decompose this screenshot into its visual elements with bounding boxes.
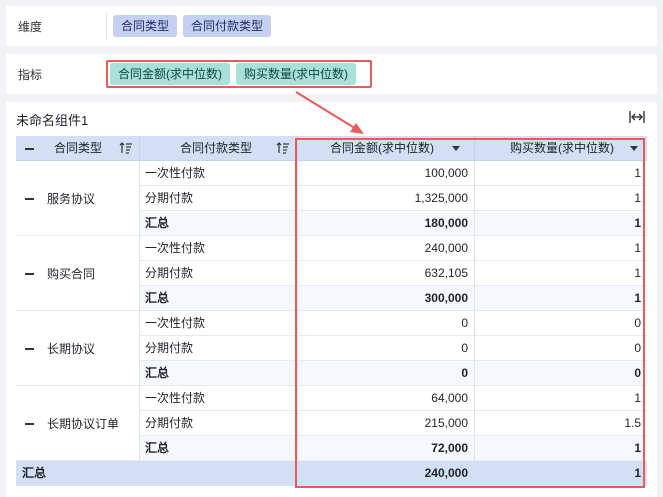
divider bbox=[139, 136, 140, 161]
amount-cell: 632,105 bbox=[424, 266, 468, 280]
table-row: 分期付款 632,105 1 bbox=[139, 261, 647, 286]
quantity-cell: 1 bbox=[634, 166, 641, 180]
table-row: 一次性付款 100,000 1 bbox=[139, 161, 647, 186]
quantity-cell: 1 bbox=[634, 241, 641, 255]
quantity-cell: 1 bbox=[634, 391, 641, 405]
quantity-cell: 1.5 bbox=[624, 416, 641, 430]
grand-total-amount: 240,000 bbox=[424, 466, 468, 480]
amount-cell: 100,000 bbox=[424, 166, 468, 180]
collapse-icon[interactable] bbox=[25, 422, 34, 425]
group-label: 长期协议订单 bbox=[47, 417, 120, 431]
quantity-cell: 0 bbox=[634, 366, 641, 380]
amount-cell: 180,000 bbox=[424, 216, 468, 230]
indicator-chip-amount[interactable]: 合同金额(求中位数) bbox=[110, 63, 230, 85]
dropdown-arrow-icon[interactable] bbox=[452, 146, 460, 151]
indicator-highlight-box: 合同金额(求中位数) 购买数量(求中位数) bbox=[106, 60, 372, 88]
table-header: 合同类型 合同付款类型 合同金额(求中位数) 购买数量(求中位数) bbox=[16, 136, 647, 161]
quantity-cell: 0 bbox=[634, 316, 641, 330]
payment-type-cell: 汇总 bbox=[145, 216, 170, 230]
group-cell: 长期协议 bbox=[16, 311, 139, 386]
divider bbox=[474, 136, 475, 161]
amount-cell: 300,000 bbox=[424, 291, 468, 305]
table-widget: 未命名组件1 合同类型 合同付款类型 合同金额(求中位数) 购买数量(求中位数)… bbox=[6, 102, 657, 497]
subtotal-row: 汇总 300,000 1 bbox=[139, 286, 647, 311]
payment-type-cell: 一次性付款 bbox=[145, 241, 206, 255]
subtotal-row: 汇总 0 0 bbox=[139, 361, 647, 386]
collapse-all-icon[interactable] bbox=[25, 148, 34, 150]
grand-total-row: 汇总 240,000 1 bbox=[16, 461, 647, 486]
dimension-bar: 维度 合同类型 合同付款类型 bbox=[6, 6, 657, 46]
quantity-cell: 1 bbox=[634, 216, 641, 230]
dimension-chip-payment-type[interactable]: 合同付款类型 bbox=[183, 15, 272, 37]
amount-cell: 215,000 bbox=[424, 416, 468, 430]
payment-type-cell: 分期付款 bbox=[145, 341, 194, 355]
subtotal-row: 汇总 72,000 1 bbox=[139, 436, 647, 461]
amount-cell: 0 bbox=[461, 366, 468, 380]
quantity-cell: 0 bbox=[634, 341, 641, 355]
table-row: 一次性付款 0 0 bbox=[139, 311, 647, 336]
payment-type-cell: 分期付款 bbox=[145, 266, 194, 280]
quantity-cell: 1 bbox=[634, 291, 641, 305]
sort-icon[interactable] bbox=[276, 142, 290, 154]
amount-cell: 0 bbox=[461, 341, 468, 355]
amount-cell: 240,000 bbox=[424, 241, 468, 255]
dimension-chip-contract-type[interactable]: 合同类型 bbox=[113, 15, 178, 37]
sort-icon[interactable] bbox=[119, 142, 133, 154]
group-label: 购买合同 bbox=[47, 267, 96, 281]
payment-type-cell: 汇总 bbox=[145, 441, 170, 455]
expand-width-icon[interactable] bbox=[629, 110, 645, 124]
group-cell: 服务协议 bbox=[16, 161, 139, 236]
amount-cell: 1,325,000 bbox=[414, 191, 468, 205]
table-row: 分期付款 215,000 1.5 bbox=[139, 411, 647, 436]
table-row: 分期付款 0 0 bbox=[139, 336, 647, 361]
payment-type-cell: 一次性付款 bbox=[145, 391, 206, 405]
payment-type-cell: 分期付款 bbox=[145, 191, 194, 205]
amount-cell: 0 bbox=[461, 316, 468, 330]
table-body: 服务协议 一次性付款 100,000 1 分期付款 1,325,000 1 汇总 180,000… bbox=[16, 161, 647, 461]
grand-total-quantity: 1 bbox=[634, 466, 641, 480]
dimension-chips: 合同类型 合同付款类型 bbox=[107, 15, 272, 37]
payment-type-cell: 一次性付款 bbox=[145, 166, 206, 180]
group-cell: 购买合同 bbox=[16, 236, 139, 311]
quantity-cell: 1 bbox=[634, 441, 641, 455]
divider bbox=[297, 136, 298, 161]
header-contract-type[interactable]: 合同类型 bbox=[54, 136, 114, 161]
dropdown-arrow-icon[interactable] bbox=[630, 146, 638, 151]
column-divider bbox=[297, 161, 298, 461]
payment-type-cell: 一次性付款 bbox=[145, 316, 206, 330]
dimension-label: 维度 bbox=[18, 19, 43, 34]
table-row: 一次性付款 64,000 1 bbox=[139, 386, 647, 411]
subtotal-row: 汇总 180,000 1 bbox=[139, 211, 647, 236]
amount-cell: 72,000 bbox=[431, 441, 468, 455]
group-cell: 长期协议订单 bbox=[16, 386, 139, 461]
indicator-chip-quantity[interactable]: 购买数量(求中位数) bbox=[236, 63, 356, 85]
widget-title: 未命名组件1 bbox=[16, 113, 89, 128]
header-quantity[interactable]: 购买数量(求中位数) bbox=[510, 136, 630, 161]
collapse-icon[interactable] bbox=[25, 272, 34, 275]
quantity-cell: 1 bbox=[634, 191, 641, 205]
group-label: 服务协议 bbox=[47, 192, 96, 206]
amount-cell: 64,000 bbox=[431, 391, 468, 405]
column-divider bbox=[139, 161, 140, 461]
table-row: 分期付款 1,325,000 1 bbox=[139, 186, 647, 211]
payment-type-cell: 分期付款 bbox=[145, 416, 194, 430]
pivot-table: 合同类型 合同付款类型 合同金额(求中位数) 购买数量(求中位数) 服务协议 一… bbox=[16, 136, 647, 486]
quantity-cell: 1 bbox=[634, 266, 641, 280]
grand-total-label: 汇总 bbox=[22, 466, 47, 480]
collapse-icon[interactable] bbox=[25, 197, 34, 200]
payment-type-cell: 汇总 bbox=[145, 366, 170, 380]
table-row: 一次性付款 240,000 1 bbox=[139, 236, 647, 261]
indicator-chips: 合同金额(求中位数) 购买数量(求中位数) bbox=[108, 63, 356, 85]
payment-type-cell: 汇总 bbox=[145, 291, 170, 305]
column-divider bbox=[474, 161, 475, 461]
indicator-label: 指标 bbox=[18, 67, 43, 82]
group-label: 长期协议 bbox=[47, 342, 96, 356]
collapse-icon[interactable] bbox=[25, 347, 34, 350]
header-payment-type[interactable]: 合同付款类型 bbox=[180, 136, 280, 161]
header-amount[interactable]: 合同金额(求中位数) bbox=[330, 136, 450, 161]
